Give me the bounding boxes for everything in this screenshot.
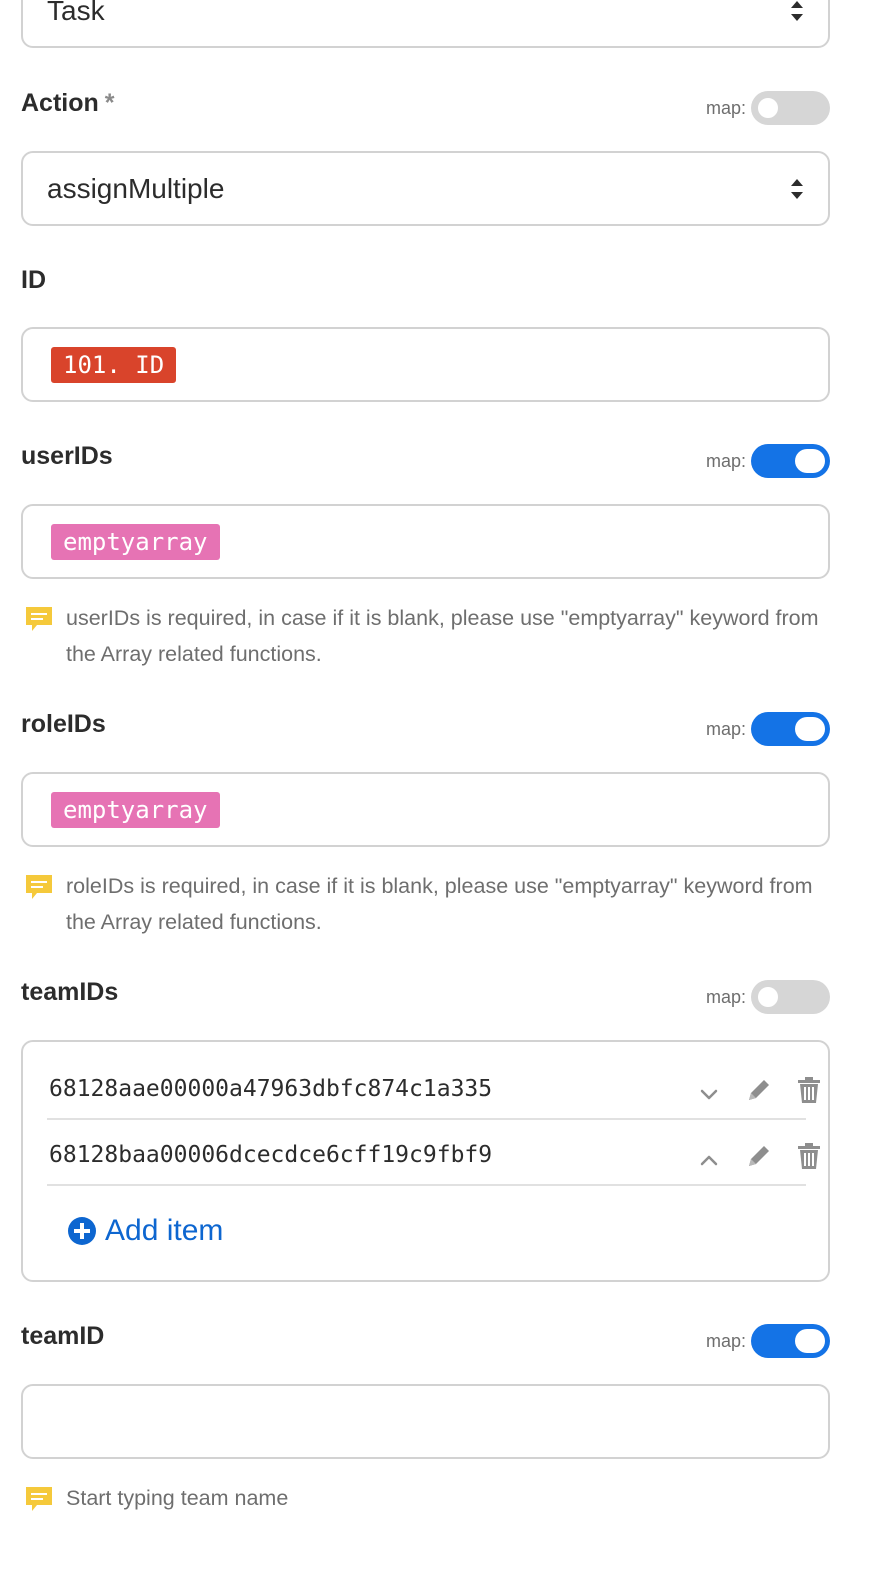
array-item-value[interactable]: 68128aae00000a47963dbfc874c1a335 — [49, 1076, 492, 1102]
map-label: map: — [705, 450, 746, 471]
comment-icon — [26, 875, 52, 899]
action-select[interactable]: assignMultiple — [21, 151, 830, 226]
roleids-map-toggle-group: map: — [706, 712, 830, 746]
teamid-hint: Start typing team name — [24, 1480, 824, 1516]
action-select-value: assignMultiple — [47, 172, 225, 204]
teamid-hint-text: Start typing team name — [66, 1486, 289, 1510]
comment-icon — [26, 607, 52, 631]
teamid-map-toggle-group: map: — [706, 1324, 830, 1358]
teamids-array: 68128aae00000a47963dbfc874c1a335 68128ba… — [21, 1040, 830, 1282]
roleids-hint-text: roleIDs is required, in case if it is bl… — [66, 874, 813, 934]
map-label: map: — [705, 718, 746, 739]
module-select-value: Task — [47, 0, 105, 26]
required-asterisk: * — [104, 89, 115, 117]
roleids-token[interactable]: emptyarray — [51, 791, 220, 828]
roleids-field[interactable]: emptyarray — [21, 772, 830, 847]
userids-hint: userIDs is required, in case if it is bl… — [24, 600, 824, 672]
array-item: 68128aae00000a47963dbfc874c1a335 — [47, 1054, 820, 1120]
userids-hint-text: userIDs is required, in case if it is bl… — [66, 606, 819, 666]
chevron-up-icon[interactable] — [693, 1144, 725, 1176]
module-select[interactable]: Task — [21, 0, 830, 48]
roleids-label: roleIDs — [21, 710, 106, 738]
plus-circle-icon — [68, 1217, 96, 1245]
id-field[interactable]: 101. ID — [21, 327, 830, 402]
add-item-label: Add item — [105, 1214, 224, 1247]
action-map-toggle[interactable] — [751, 91, 830, 125]
map-label: map: — [705, 1330, 746, 1351]
teamid-map-toggle[interactable] — [751, 1324, 830, 1358]
toggle-knob — [795, 1329, 825, 1353]
comment-icon — [26, 1487, 52, 1511]
id-label: ID — [21, 266, 46, 294]
chevron-down-icon[interactable] — [693, 1078, 725, 1110]
id-token[interactable]: 101. ID — [51, 346, 177, 383]
userids-label: userIDs — [21, 442, 113, 470]
add-item-button[interactable]: Add item — [67, 1214, 223, 1248]
roleids-hint: roleIDs is required, in case if it is bl… — [24, 868, 824, 940]
action-label: Action * — [21, 89, 115, 117]
map-label: map: — [705, 97, 746, 118]
toggle-knob — [795, 449, 825, 473]
userids-map-toggle-group: map: — [706, 444, 830, 478]
userids-field[interactable]: emptyarray — [21, 504, 830, 579]
array-item: 68128baa00006dcecdce6cff19c9fbf9 — [47, 1120, 820, 1186]
toggle-knob — [756, 96, 780, 120]
toggle-knob — [756, 985, 780, 1009]
userids-token[interactable]: emptyarray — [51, 523, 220, 560]
map-label: map: — [705, 986, 746, 1007]
toggle-knob — [795, 717, 825, 741]
teamids-map-toggle-group: map: — [706, 980, 830, 1014]
teamid-field[interactable] — [21, 1384, 830, 1459]
teamid-label: teamID — [21, 1322, 105, 1350]
userids-map-toggle[interactable] — [751, 444, 830, 478]
action-map-toggle-group: map: — [706, 91, 830, 125]
trash-icon[interactable] — [793, 1074, 825, 1106]
pencil-icon[interactable] — [743, 1074, 775, 1106]
roleids-map-toggle[interactable] — [751, 712, 830, 746]
pencil-icon[interactable] — [743, 1140, 775, 1172]
divider — [47, 1184, 806, 1186]
teamids-label: teamIDs — [21, 978, 119, 1006]
select-arrows-icon — [791, 0, 803, 21]
teamids-map-toggle[interactable] — [751, 980, 830, 1014]
trash-icon[interactable] — [793, 1140, 825, 1172]
select-arrows-icon — [791, 178, 803, 199]
array-item-value[interactable]: 68128baa00006dcecdce6cff19c9fbf9 — [49, 1142, 492, 1168]
